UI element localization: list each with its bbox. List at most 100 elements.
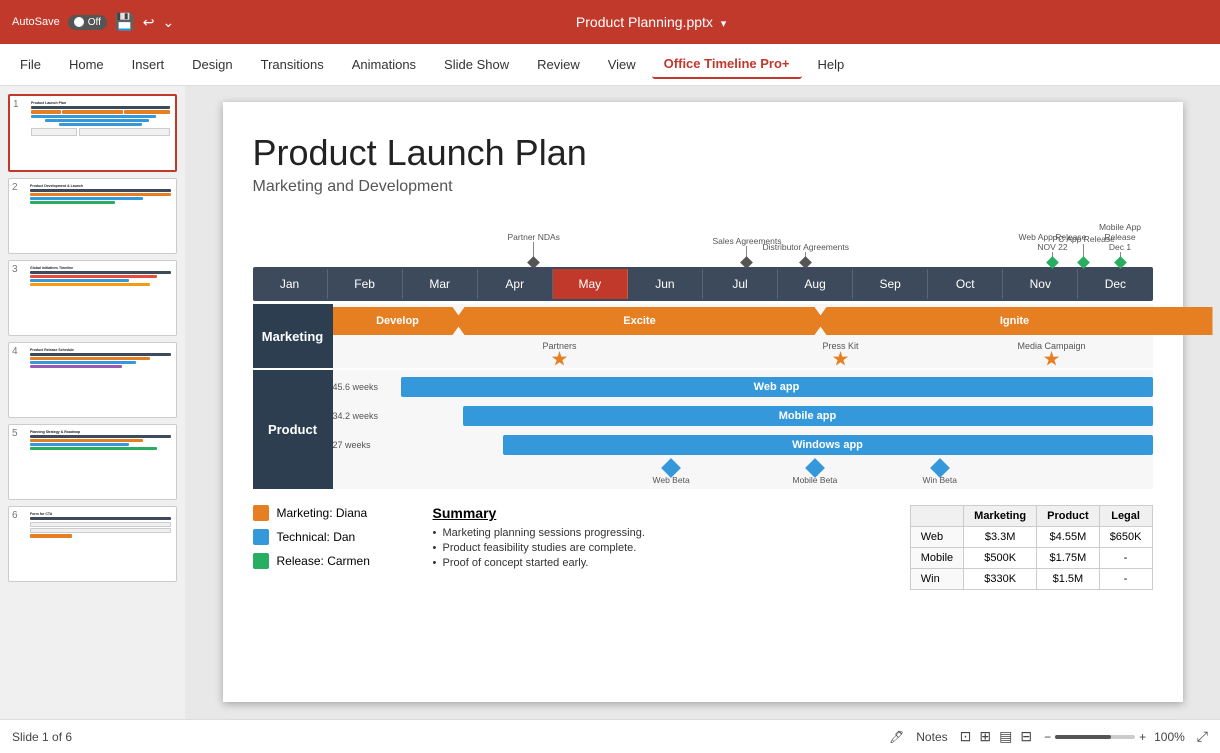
product-milestones-row: Web Beta Mobile Beta Win Beta xyxy=(333,461,1153,485)
row-mobile-product: $1.75M xyxy=(1037,548,1100,569)
month-apr: Apr xyxy=(478,269,553,299)
legend-marketing: Marketing: Diana xyxy=(253,505,413,521)
marketing-bar-excite: Excite xyxy=(455,307,825,335)
row-win-marketing: $330K xyxy=(964,569,1037,590)
menu-home[interactable]: Home xyxy=(57,51,116,78)
summary-title: Summary xyxy=(433,505,890,521)
press-kit-star xyxy=(833,351,849,367)
zoom-control: − + 100% xyxy=(1044,730,1185,744)
month-oct: Oct xyxy=(928,269,1003,299)
normal-view-icon[interactable]: ⊡ xyxy=(960,728,972,745)
menu-design[interactable]: Design xyxy=(180,51,244,78)
notes-icon[interactable]: 🖊 xyxy=(889,730,904,744)
notes-label[interactable]: Notes xyxy=(916,730,947,744)
presenter-view-icon[interactable]: ⊟ xyxy=(1020,728,1032,745)
menu-transitions[interactable]: Transitions xyxy=(249,51,336,78)
slide-canvas: Product Launch Plan Marketing and Develo… xyxy=(223,102,1183,702)
milestone-partners: Partners xyxy=(543,341,577,367)
marketing-milestones-row: Partners Press Kit Media Campaign xyxy=(333,338,1153,368)
menu-slideshow[interactable]: Slide Show xyxy=(432,51,521,78)
reading-view-icon[interactable]: ▤ xyxy=(999,728,1012,745)
legend-label-marketing: Marketing: Diana xyxy=(277,506,368,520)
zoom-slider[interactable] xyxy=(1055,735,1135,739)
month-dec: Dec xyxy=(1078,269,1152,299)
milestone-media-campaign: Media Campaign xyxy=(1018,341,1086,367)
data-table: Marketing Product Legal Web $3.3M $4.55M… xyxy=(910,505,1153,590)
legend-box-release xyxy=(253,553,269,569)
month-feb: Feb xyxy=(328,269,403,299)
slide-thumb-5[interactable]: 5 Planning Strategy & Roadmap xyxy=(8,424,177,500)
redo-icon[interactable]: ⌄ xyxy=(163,14,175,31)
slide-num-5: 5 xyxy=(12,428,24,439)
product-row-windows: 27 weeks Windows app xyxy=(333,432,1153,458)
undo-icon[interactable]: ↩ xyxy=(143,14,155,31)
prod-milestone-win-beta: Win Beta xyxy=(923,461,958,485)
menu-animations[interactable]: Animations xyxy=(340,51,428,78)
milestone-distributor-agreements: Distributor Agreements xyxy=(763,242,849,267)
row-mobile-legal: - xyxy=(1099,548,1152,569)
menu-help[interactable]: Help xyxy=(806,51,857,78)
filename-dropdown-icon[interactable]: ▾ xyxy=(721,18,727,30)
web-app-bar: Web app xyxy=(401,377,1153,397)
row-label-win: Win xyxy=(910,569,963,590)
row-win-product: $1.5M xyxy=(1037,569,1100,590)
media-campaign-star xyxy=(1044,351,1060,367)
mobile-app-bar: Mobile app xyxy=(463,406,1153,426)
menu-view[interactable]: View xyxy=(596,51,648,78)
legend-technical: Technical: Dan xyxy=(253,529,413,545)
month-aug: Aug xyxy=(778,269,853,299)
legend-label-technical: Technical: Dan xyxy=(277,530,356,544)
zoom-level: 100% xyxy=(1154,730,1185,744)
slide-thumb-6[interactable]: 6 Form for CTA xyxy=(8,506,177,582)
slide-thumb-1[interactable]: 1 Product Launch Plan xyxy=(8,94,177,172)
month-jun: Jun xyxy=(628,269,703,299)
slide-thumb-4[interactable]: 4 Product Release Schedule xyxy=(8,342,177,418)
main-area: 1 Product Launch Plan xyxy=(0,86,1220,719)
menu-review[interactable]: Review xyxy=(525,51,592,78)
zoom-in-icon[interactable]: + xyxy=(1139,730,1146,744)
summary-item-3: Proof of concept started early. xyxy=(433,557,890,569)
document-title: Product Planning.pptx ▾ xyxy=(174,14,1128,30)
data-table-wrapper: Marketing Product Legal Web $3.3M $4.55M… xyxy=(910,505,1153,590)
slide-subtitle: Marketing and Development xyxy=(253,178,1153,196)
col-header-legal: Legal xyxy=(1099,506,1152,527)
product-section: Product 45.6 weeks Web app 34.2 weeks xyxy=(253,370,1153,489)
slide-preview-6: Form for CTA xyxy=(28,510,173,578)
month-sep: Sep xyxy=(853,269,928,299)
menu-file[interactable]: File xyxy=(8,51,53,78)
slide-num-1: 1 xyxy=(13,99,25,110)
filename-text: Product Planning.pptx xyxy=(576,14,713,30)
marketing-section: Marketing Develop Excite xyxy=(253,304,1153,368)
statusbar: Slide 1 of 6 🖊 Notes ⊡ ⊞ ▤ ⊟ − + 100% ⤢ xyxy=(0,719,1220,753)
slide-thumb-3[interactable]: 3 Global Initiatives Timeline xyxy=(8,260,177,336)
month-may: May xyxy=(553,269,628,299)
slide-num-6: 6 xyxy=(12,510,24,521)
menu-officetimeline[interactable]: Office Timeline Pro+ xyxy=(652,50,802,79)
fit-slide-icon[interactable]: ⤢ xyxy=(1197,728,1208,745)
summary-section: Summary Marketing planning sessions prog… xyxy=(433,505,890,572)
save-icon[interactable]: 💾 xyxy=(115,12,135,32)
view-icons: ⊡ ⊞ ▤ ⊟ xyxy=(960,728,1032,745)
marketing-bars-row: Develop Excite Ignite xyxy=(333,304,1153,338)
titlebar-left: AutoSave Off 💾 ↩ ⌄ xyxy=(12,12,174,32)
slide-num-4: 4 xyxy=(12,346,24,357)
marketing-bar-ignite: Ignite xyxy=(817,307,1213,335)
partners-star xyxy=(552,351,568,367)
slide-preview-5: Planning Strategy & Roadmap xyxy=(28,428,173,496)
product-row-mobile: 34.2 weeks Mobile app xyxy=(333,403,1153,429)
row-mobile-marketing: $500K xyxy=(964,548,1037,569)
row-web-marketing: $3.3M xyxy=(964,527,1037,548)
slide-sorter-icon[interactable]: ⊞ xyxy=(979,728,991,745)
autosave-toggle[interactable]: Off xyxy=(68,15,107,30)
table-row-mobile: Mobile $500K $1.75M - xyxy=(910,548,1152,569)
slide-thumb-2[interactable]: 2 Product Development & Launch xyxy=(8,178,177,254)
zoom-out-icon[interactable]: − xyxy=(1044,730,1051,744)
milestone-press-kit: Press Kit xyxy=(823,341,859,367)
marketing-gantt: Develop Excite Ignite xyxy=(333,304,1153,368)
product-gantt: 45.6 weeks Web app 34.2 weeks Mobile app xyxy=(333,370,1153,489)
legend-box-technical xyxy=(253,529,269,545)
menu-insert[interactable]: Insert xyxy=(120,51,177,78)
month-jan: Jan xyxy=(253,269,328,299)
windows-app-weeks: 27 weeks xyxy=(333,440,371,450)
product-label: Product xyxy=(253,370,333,489)
